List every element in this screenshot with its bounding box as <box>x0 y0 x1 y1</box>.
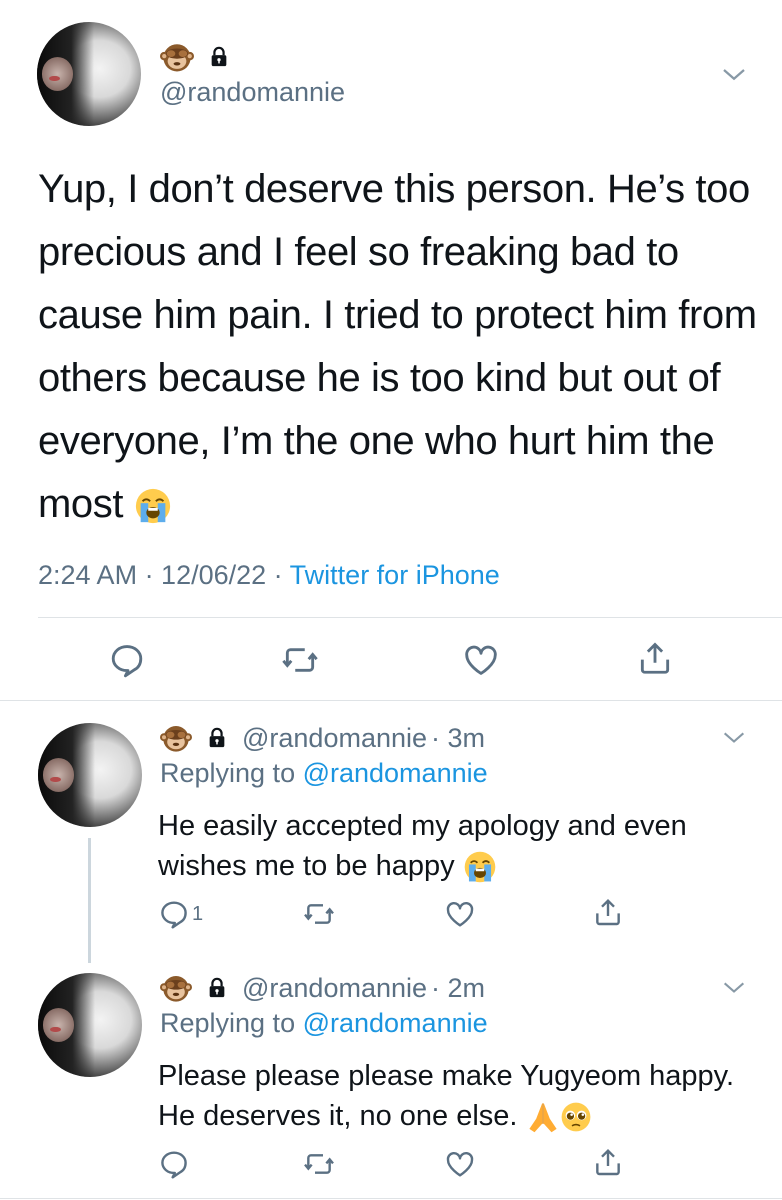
replying-to: Replying to @randomannie <box>160 758 488 789</box>
reply-header: @randomannie · 3m <box>160 720 485 756</box>
retweet-icon <box>302 1148 336 1180</box>
avatar[interactable] <box>38 973 142 1077</box>
reply-button[interactable] <box>108 641 146 679</box>
retweet-icon <box>302 898 336 930</box>
reply-handle[interactable]: @randomannie <box>242 973 427 1004</box>
loudly-crying-face-icon <box>463 850 497 884</box>
share-icon <box>592 1146 624 1178</box>
retweet-button[interactable] <box>302 898 336 930</box>
replying-to-label: Replying to <box>160 1008 303 1038</box>
pleading-face-icon <box>560 1101 592 1133</box>
heart-icon <box>462 641 500 679</box>
heart-icon <box>444 1148 476 1180</box>
chevron-down-icon[interactable] <box>720 974 748 1002</box>
reply-text: He easily accepted my apology and even w… <box>158 806 758 886</box>
reply-icon <box>108 641 146 679</box>
reply-button[interactable]: 1 <box>158 898 203 930</box>
lock-icon <box>206 977 228 999</box>
reply-handle[interactable]: @randomannie <box>242 723 427 754</box>
loudly-crying-face-icon <box>134 487 172 525</box>
like-button[interactable] <box>444 898 476 930</box>
reply-text-content: He easily accepted my apology and even w… <box>158 810 687 882</box>
retweet-button[interactable] <box>280 641 320 679</box>
replying-to-link[interactable]: @randomannie <box>303 758 488 788</box>
reply-text: Please please please make Yugyeom happy.… <box>158 1056 758 1136</box>
reply-time[interactable]: · 3m <box>431 723 485 754</box>
lock-icon <box>208 46 230 68</box>
see-no-evil-monkey-icon <box>160 722 192 754</box>
retweet-icon <box>280 641 320 679</box>
lock-icon <box>206 727 228 749</box>
see-no-evil-monkey-icon <box>160 40 194 74</box>
reply-text-content: Please please please make Yugyeom happy.… <box>158 1060 735 1132</box>
thread-line <box>88 838 91 963</box>
share-button[interactable] <box>592 1146 624 1178</box>
folded-hands-icon <box>526 1100 560 1134</box>
client-link[interactable]: Twitter for iPhone <box>290 560 500 590</box>
like-button[interactable] <box>462 641 500 679</box>
like-button[interactable] <box>444 1148 476 1180</box>
share-button[interactable] <box>636 639 674 677</box>
divider <box>38 617 782 618</box>
replying-to-label: Replying to <box>160 758 303 788</box>
user-name-emoji[interactable] <box>160 40 230 74</box>
share-icon <box>592 896 624 928</box>
chevron-down-icon[interactable] <box>719 60 749 90</box>
share-button[interactable] <box>592 896 624 928</box>
timestamp[interactable]: 2:24 AM · 12/06/22 · <box>38 560 290 590</box>
reply-count: 1 <box>192 902 204 925</box>
user-handle[interactable]: @randomannie <box>160 77 345 108</box>
reply-icon <box>158 898 190 930</box>
divider <box>0 700 782 701</box>
replying-to: Replying to @randomannie <box>160 1008 488 1039</box>
avatar[interactable] <box>38 723 142 827</box>
heart-icon <box>444 898 476 930</box>
reply-header: @randomannie · 2m <box>160 970 485 1006</box>
see-no-evil-monkey-icon <box>160 972 192 1004</box>
reply-time[interactable]: · 2m <box>431 973 485 1004</box>
retweet-button[interactable] <box>302 1148 336 1180</box>
tweet-meta: 2:24 AM · 12/06/22 · Twitter for iPhone <box>38 560 500 591</box>
divider <box>0 1198 782 1199</box>
tweet-text-content: Yup, I don’t deserve this person. He’s t… <box>38 167 757 526</box>
reply-button[interactable] <box>158 1148 192 1180</box>
reply-icon <box>158 1148 190 1180</box>
avatar[interactable] <box>37 22 141 126</box>
tweet-text: Yup, I don’t deserve this person. He’s t… <box>38 158 758 536</box>
chevron-down-icon[interactable] <box>720 724 748 752</box>
replying-to-link[interactable]: @randomannie <box>303 1008 488 1038</box>
share-icon <box>636 639 674 677</box>
